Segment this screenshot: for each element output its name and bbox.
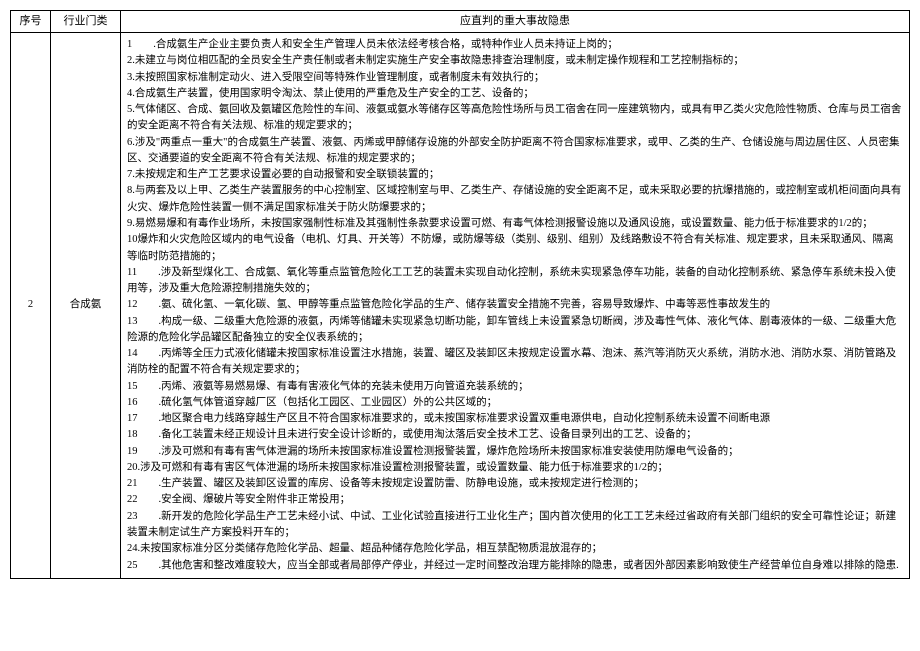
header-seq: 序号 <box>11 11 51 33</box>
hazard-cell: 1 .合成氨生产企业主要负责人和安全生产管理人员未依法经考核合格，或特种作业人员… <box>121 33 910 579</box>
hazard-item: 10爆炸和火灾危险区域内的电气设备（电机、灯具、开关等）不防爆，或防爆等级（类别… <box>127 232 903 265</box>
hazard-item: 22 .安全阀、爆破片等安全附件非正常投用； <box>127 492 903 508</box>
hazard-item: 19 .涉及可燃和有毒有害气体泄漏的场所未按国家标准设置检测报警装置，爆炸危险场… <box>127 444 903 460</box>
hazard-item: 16 .硫化氢气体管道穿越厂区（包括化工园区、工业园区）外的公共区域的； <box>127 395 903 411</box>
hazard-item: 1 .合成氨生产企业主要负责人和安全生产管理人员未依法经考核合格，或特种作业人员… <box>127 37 903 53</box>
hazard-item: 7.未按规定和生产工艺要求设置必要的自动报警和安全联锁装置的； <box>127 167 903 183</box>
hazard-item: 14 .丙烯等全压力式液化储罐未按国家标准设置注水措施，装置、罐区及装卸区未按规… <box>127 346 903 379</box>
industry-cell: 合成氨 <box>51 33 121 579</box>
hazard-item: 3.未按照国家标准制定动火、进入受限空间等特殊作业管理制度，或者制度未有效执行的… <box>127 70 903 86</box>
hazard-item: 17 .地区聚合电力线路穿越生产区且不符合国家标准要求的，或未按国家标准要求设置… <box>127 411 903 427</box>
hazard-item: 21 .生产装置、罐区及装卸区设置的库房、设备等未按规定设置防雷、防静电设施，或… <box>127 476 903 492</box>
hazard-item: 18 .备化工装置未经正规设计且未进行安全设计诊断的，或使用淘汰落后安全技术工艺… <box>127 427 903 443</box>
table-row: 2 合成氨 1 .合成氨生产企业主要负责人和安全生产管理人员未依法经考核合格，或… <box>11 33 910 579</box>
hazard-item: 2.未建立与岗位相匹配的全员安全生产责任制或者未制定实施生产安全事故隐患排查治理… <box>127 53 903 69</box>
hazard-item: 13 .构成一级、二级重大危险源的液氨，丙烯等储罐未实现紧急切断功能，卸车管线上… <box>127 314 903 347</box>
hazard-item: 11 .涉及新型煤化工、合成氨、氧化等重点监管危险化工工艺的装置未实现自动化控制… <box>127 265 903 298</box>
hazard-item: 5.气体储区、合成、氨回收及氨罐区危险性的车间、液氨或氨水等储存区等高危险性场所… <box>127 102 903 135</box>
hazard-item: 25 .其他危害和整改难度较大，应当全部或者局部停产停业，并经过一定时间整改治理… <box>127 558 903 574</box>
hazard-table: 序号 行业门类 应直判的重大事故隐患 2 合成氨 1 .合成氨生产企业主要负责人… <box>10 10 910 579</box>
hazard-item: 4.合成氨生产装置，使用国家明令淘汰、禁止使用的严重危及生产安全的工艺、设备的； <box>127 86 903 102</box>
header-row: 序号 行业门类 应直判的重大事故隐患 <box>11 11 910 33</box>
hazard-item: 6.涉及"两重点一重大"的合成氨生产装置、液氨、丙烯或甲醇储存设施的外部安全防护… <box>127 135 903 168</box>
hazard-item: 20.涉及可燃和有毒有害区气体泄漏的场所未按国家标准设置检测报警装置，或设置数量… <box>127 460 903 476</box>
hazard-item: 12 .氨、硫化氢、一氧化碳、氢、甲醇等重点监管危险化学品的生产、储存装置安全措… <box>127 297 903 313</box>
seq-cell: 2 <box>11 33 51 579</box>
header-industry: 行业门类 <box>51 11 121 33</box>
hazard-item: 24.未按国家标准分区分类储存危险化学品、超量、超品种储存危险化学品，相互禁配物… <box>127 541 903 557</box>
header-hazard: 应直判的重大事故隐患 <box>121 11 910 33</box>
hazard-item: 9.易燃易爆和有毒作业场所，未按国家强制性标准及其强制性条款要求设置可燃、有毒气… <box>127 216 903 232</box>
hazard-item: 8.与两套及以上甲、乙类生产装置服务的中心控制室、区域控制室与甲、乙类生产、存储… <box>127 183 903 216</box>
hazard-item: 23 .新开发的危险化学品生产工艺未经小试、中试、工业化试验直接进行工业化生产；… <box>127 509 903 542</box>
hazard-item: 15 .丙烯、液氨等易燃易爆、有毒有害液化气体的充装未使用万向管道充装系统的； <box>127 379 903 395</box>
